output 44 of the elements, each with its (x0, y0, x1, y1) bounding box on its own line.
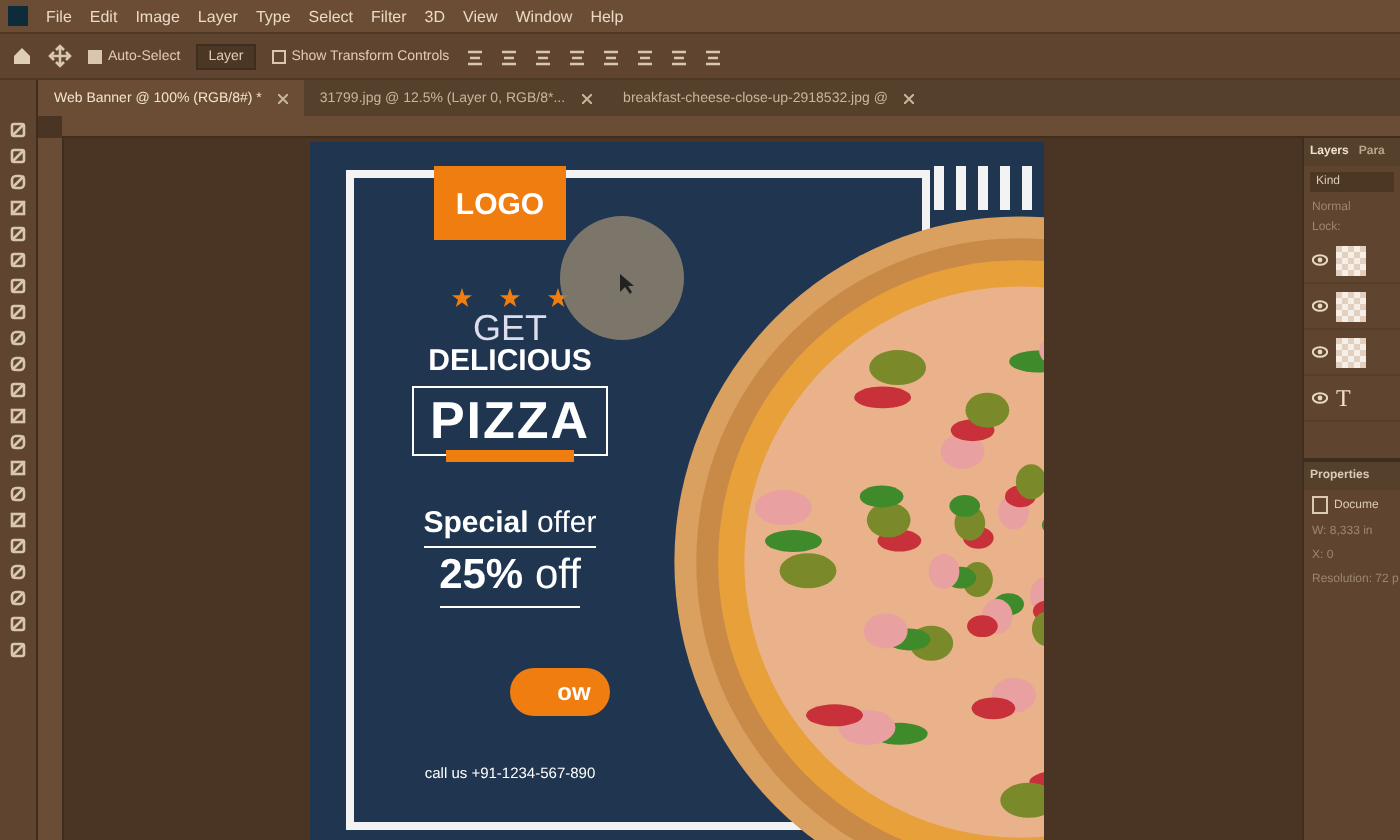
eye-icon[interactable] (1312, 346, 1328, 358)
eye-icon[interactable] (1312, 300, 1328, 312)
discount-text: 25% off (439, 548, 581, 608)
menu-item[interactable]: Type (255, 7, 291, 25)
align-icon[interactable] (499, 47, 518, 65)
menu-item[interactable]: File (46, 7, 72, 25)
type-layer-icon: T (1336, 383, 1351, 413)
accent-bar (446, 450, 574, 462)
align-icon[interactable] (703, 47, 722, 65)
close-icon[interactable] (903, 93, 914, 103)
menu-item[interactable]: Edit (89, 7, 118, 25)
home-icon[interactable] (12, 46, 32, 66)
menu-item[interactable]: Image (135, 7, 180, 25)
layer-thumbnail (1336, 337, 1366, 367)
align-icon[interactable] (465, 47, 484, 65)
layer-row[interactable]: T (1304, 376, 1400, 422)
logo-badge: LOGO (433, 166, 567, 240)
move-icon[interactable] (48, 44, 72, 68)
menu-item[interactable]: Layer (197, 7, 238, 25)
menu-item[interactable]: View (463, 7, 498, 25)
menu-item[interactable]: Window (515, 7, 573, 25)
document-icon (1312, 496, 1328, 514)
menu-item[interactable]: Select (308, 7, 354, 25)
star-icon (500, 288, 520, 308)
cursor-arrow-icon (620, 274, 636, 294)
eye-icon[interactable] (1312, 254, 1328, 266)
offer-text: Special offer (423, 506, 597, 548)
align-icon[interactable] (567, 47, 586, 65)
eye-icon[interactable] (1312, 392, 1328, 404)
menu-item[interactable]: Help (590, 7, 624, 25)
close-icon[interactable] (581, 93, 592, 103)
star-icon (452, 288, 472, 308)
align-icon[interactable] (635, 47, 654, 65)
layer-thumbnail (1336, 291, 1366, 321)
close-icon[interactable] (277, 93, 288, 103)
align-icon[interactable] (533, 47, 552, 65)
layer-thumbnail (1336, 245, 1366, 275)
align-icon[interactable] (669, 47, 688, 65)
headline-text: GET (472, 312, 547, 344)
menu-item[interactable]: Filter (371, 7, 407, 25)
star-icon (548, 288, 568, 308)
menu-item[interactable]: 3D (424, 7, 446, 25)
align-icon[interactable] (601, 47, 620, 65)
headline-text: DELICIOUS (428, 344, 592, 378)
